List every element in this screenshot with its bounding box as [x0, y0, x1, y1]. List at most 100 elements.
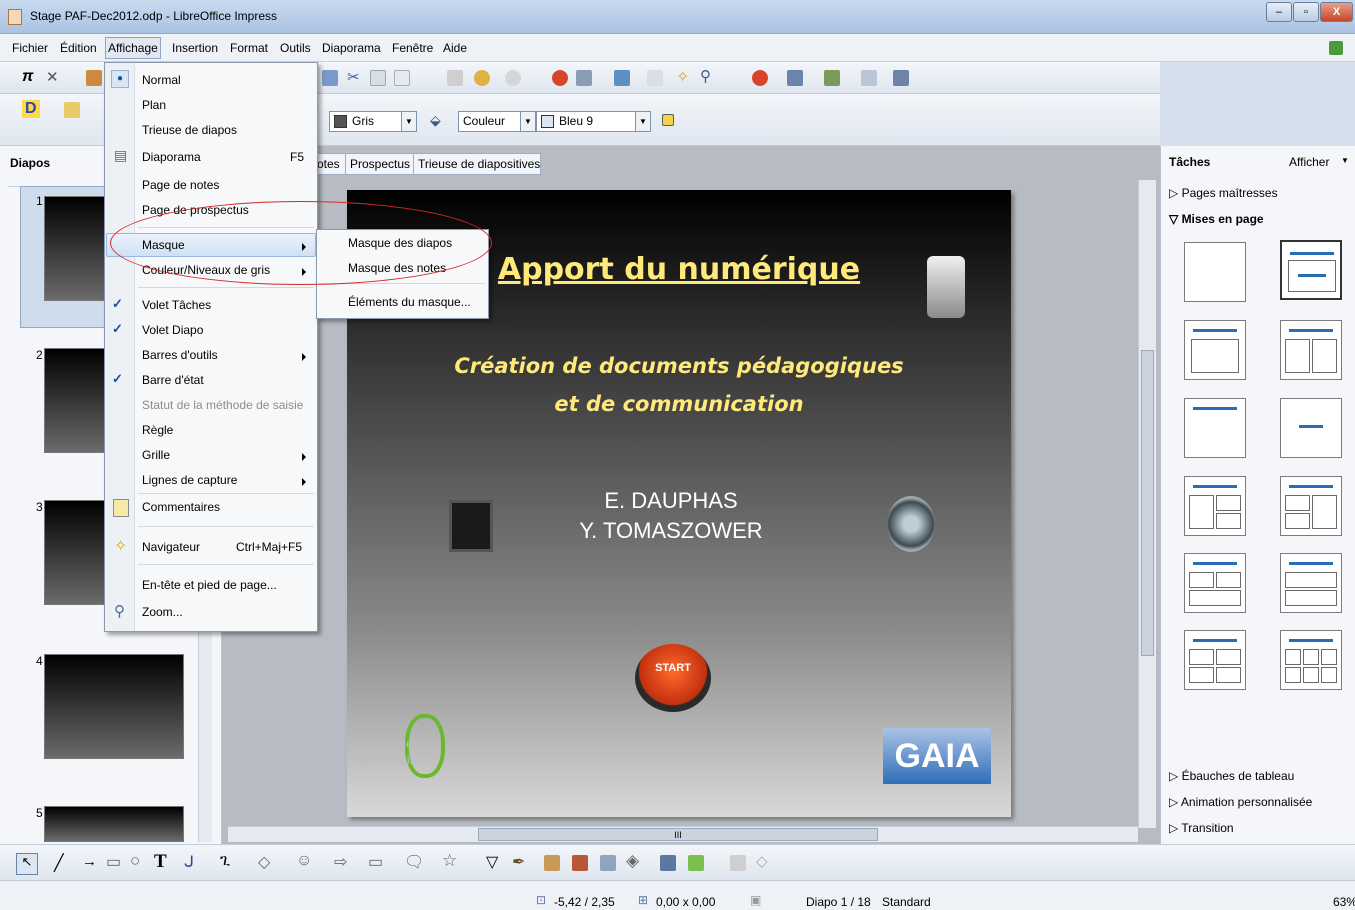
- layout-title-content-over[interactable]: [1280, 553, 1342, 613]
- menu-item-diaporama[interactable]: Diaporama: [142, 150, 201, 164]
- zoom-icon[interactable]: ⚲: [700, 67, 711, 85]
- from-file-icon[interactable]: [572, 855, 588, 871]
- insert-object-icon[interactable]: [614, 70, 630, 86]
- start-button-image[interactable]: [635, 644, 711, 712]
- menu-item-navigateur[interactable]: Navigateur: [142, 540, 200, 554]
- line-color-select[interactable]: Gris ▼: [329, 111, 417, 132]
- layout-title-content[interactable]: [1280, 240, 1342, 300]
- connector-icon[interactable]: ጊ: [220, 852, 230, 870]
- clone-icon[interactable]: [447, 70, 463, 86]
- menu-item-barre-etat[interactable]: Barre d'état: [142, 373, 204, 387]
- redo-icon[interactable]: [505, 70, 521, 86]
- slide-author-1[interactable]: E. DAUPHAS: [521, 488, 821, 514]
- shadow-toggle-icon[interactable]: [730, 855, 746, 871]
- copy-icon[interactable]: [370, 70, 386, 86]
- layout-title-6-content[interactable]: [1280, 630, 1342, 690]
- menu-item-en-tete-pied[interactable]: En-tête et pied de page...: [142, 578, 277, 592]
- spellcheck-icon[interactable]: [322, 70, 338, 86]
- ellipse-icon[interactable]: ○: [130, 851, 140, 871]
- new-slide-icon[interactable]: [861, 70, 877, 86]
- help-icon[interactable]: [752, 70, 768, 86]
- layout-title-2-content-top[interactable]: [1184, 553, 1246, 613]
- layout-title-2-content-right[interactable]: [1280, 476, 1342, 536]
- menu-insertion[interactable]: Insertion: [172, 41, 218, 55]
- pi-icon[interactable]: π: [22, 68, 33, 86]
- menu-item-grille[interactable]: Grille: [142, 448, 170, 462]
- update-icon[interactable]: [1329, 41, 1343, 55]
- chevron-down-icon[interactable]: ▼: [401, 112, 416, 131]
- submenu-elements-masque[interactable]: Éléments du masque...: [348, 295, 471, 309]
- flowchart-icon[interactable]: ▭: [368, 852, 383, 872]
- start-show-icon[interactable]: [893, 70, 909, 86]
- text-icon[interactable]: T: [154, 851, 167, 873]
- layout-title-4-content[interactable]: [1184, 630, 1246, 690]
- open-icon[interactable]: [86, 70, 102, 86]
- main-horizontal-scrollbar[interactable]: III: [228, 826, 1138, 842]
- shadow-icon[interactable]: [662, 114, 674, 126]
- zoom-level[interactable]: 63%: [1333, 895, 1355, 909]
- line-icon[interactable]: ╱: [54, 853, 64, 873]
- select-icon[interactable]: ↖: [16, 853, 38, 875]
- layout-title-content-2[interactable]: [1184, 320, 1246, 380]
- cut-icon[interactable]: ✂: [347, 68, 360, 86]
- menu-item-volet-diapo[interactable]: Volet Diapo: [142, 323, 203, 337]
- menu-aide[interactable]: Aide: [443, 41, 467, 55]
- slide-subtitle-line-2[interactable]: et de communication: [347, 392, 1011, 416]
- gallery-icon[interactable]: [600, 855, 616, 871]
- tab-trieuse[interactable]: Trieuse de diapositives: [413, 153, 541, 175]
- chevron-down-icon[interactable]: ▼: [1341, 156, 1349, 165]
- layout-title-2-content[interactable]: [1280, 320, 1342, 380]
- effects-icon[interactable]: ◇: [756, 852, 768, 870]
- tablet-image[interactable]: [449, 500, 493, 552]
- basic-shapes-icon[interactable]: ◇: [258, 852, 270, 872]
- menu-outils[interactable]: Outils: [280, 41, 311, 55]
- section-animation[interactable]: ▷ Animation personnalisée: [1169, 795, 1312, 809]
- slide-thumbnail-4[interactable]: [44, 654, 184, 759]
- menu-item-normal[interactable]: Normal: [142, 73, 181, 87]
- curve-icon[interactable]: ᒍ: [184, 852, 194, 872]
- menu-item-regle[interactable]: Règle: [142, 423, 173, 437]
- menu-item-barres-outils[interactable]: Barres d'outils: [142, 348, 218, 362]
- hscroll-thumb[interactable]: III: [478, 828, 878, 841]
- layout-title-only[interactable]: [1184, 398, 1246, 458]
- menu-affichage[interactable]: Affichage: [105, 37, 161, 59]
- section-ebauches[interactable]: ▷ Ébauches de tableau: [1169, 769, 1294, 783]
- menu-item-zoom[interactable]: Zoom...: [142, 605, 183, 619]
- menu-item-page-de-notes[interactable]: Page de notes: [142, 178, 219, 192]
- section-pages-maitresses[interactable]: ▷ Pages maîtresses: [1169, 186, 1278, 200]
- menu-item-plan[interactable]: Plan: [142, 98, 166, 112]
- arrow-line-icon[interactable]: →: [82, 853, 97, 870]
- menu-fichier[interactable]: Fichier: [12, 41, 48, 55]
- scroll-thumb[interactable]: [1141, 350, 1154, 656]
- paste-icon[interactable]: [394, 70, 410, 86]
- camcorder-image[interactable]: [927, 256, 965, 318]
- layout-blank[interactable]: [1184, 242, 1246, 302]
- menu-diaporama[interactable]: Diaporama: [322, 41, 381, 55]
- callouts-icon[interactable]: 🗨: [404, 852, 424, 872]
- grid-icon[interactable]: [647, 70, 663, 86]
- extrusion-icon[interactable]: ◈: [626, 851, 639, 871]
- fill-bucket-icon[interactable]: ⬙: [430, 112, 441, 129]
- layout-icon[interactable]: [64, 102, 80, 118]
- section-transition[interactable]: ▷ Transition: [1169, 821, 1234, 835]
- menu-item-trieuse[interactable]: Trieuse de diapos: [142, 123, 237, 137]
- tab-prospectus[interactable]: Prospectus: [345, 153, 414, 175]
- align-icon[interactable]: [660, 855, 676, 871]
- menu-item-volet-taches[interactable]: Volet Tâches: [142, 298, 211, 312]
- stars-icon[interactable]: ☆: [442, 851, 457, 871]
- glue-points-icon[interactable]: ✒: [512, 852, 525, 872]
- table-icon[interactable]: [576, 70, 592, 86]
- block-arrows-icon[interactable]: ⇨: [334, 852, 347, 872]
- rectangle-icon[interactable]: ▭: [106, 852, 121, 872]
- maximize-button[interactable]: ▫: [1293, 2, 1319, 22]
- slide-author-2[interactable]: Y. TOMASZOWER: [521, 518, 821, 544]
- layout-centered-text[interactable]: [1280, 398, 1342, 458]
- camera-image[interactable]: [887, 496, 935, 552]
- chevron-down-icon[interactable]: ▼: [635, 112, 650, 131]
- undo-icon[interactable]: [474, 70, 490, 86]
- fill-color-select[interactable]: Bleu 9 ▼: [536, 111, 651, 132]
- tasks-view-button[interactable]: Afficher: [1289, 155, 1329, 169]
- fontwork-icon[interactable]: [544, 855, 560, 871]
- document-modified-icon[interactable]: ▣: [750, 893, 761, 907]
- menu-item-commentaires[interactable]: Commentaires: [142, 500, 220, 514]
